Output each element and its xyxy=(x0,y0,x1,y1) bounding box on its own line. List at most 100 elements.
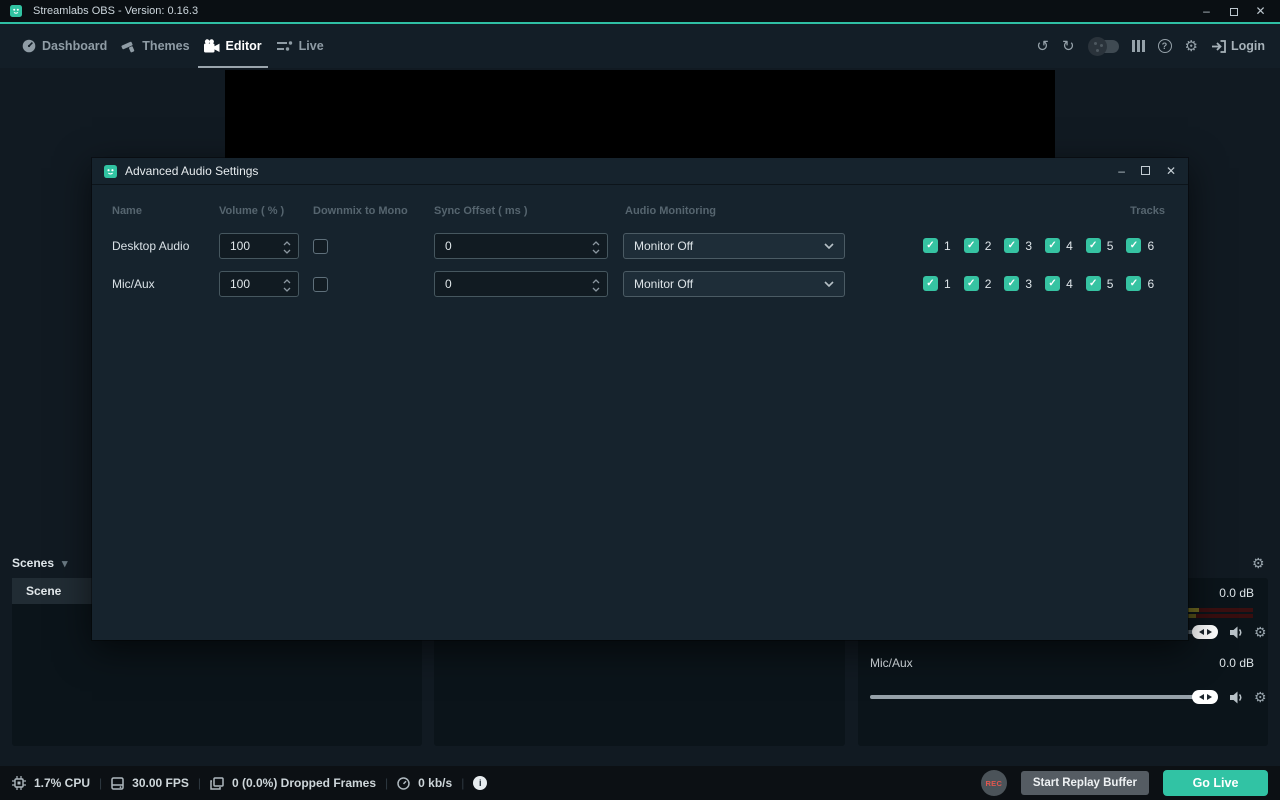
settings-gear-icon[interactable]: ⚙ xyxy=(1185,39,1198,54)
track-checkbox-checked[interactable]: ✓ xyxy=(1045,238,1060,253)
bandwidth-value: 0 kb/s xyxy=(418,776,452,790)
layout-columns-icon[interactable] xyxy=(1132,40,1145,52)
downmix-checkbox[interactable] xyxy=(313,239,328,254)
sync-offset-input[interactable]: 0 xyxy=(434,271,608,297)
track-number: 3 xyxy=(1025,277,1032,291)
track-checkbox-checked[interactable]: ✓ xyxy=(1004,238,1019,253)
track-checkbox-checked[interactable]: ✓ xyxy=(964,238,979,253)
desktop-audio-mute-speaker-icon[interactable] xyxy=(1230,626,1244,639)
track-checkbox-checked[interactable]: ✓ xyxy=(1045,276,1060,291)
spinner-up-icon[interactable] xyxy=(592,241,600,246)
cpu-usage: 1.7% CPU xyxy=(12,776,90,790)
spinner-down-icon[interactable] xyxy=(283,249,291,254)
title-bar: Streamlabs OBS - Version: 0.16.3 – ✕ xyxy=(0,0,1280,22)
handle-left-arrow-icon xyxy=(1199,694,1204,700)
track-checkbox-checked[interactable]: ✓ xyxy=(923,238,938,253)
desktop-audio-slider-handle[interactable] xyxy=(1192,625,1218,639)
sync-offset-spinner[interactable] xyxy=(592,234,600,260)
dialog-close-button[interactable]: ✕ xyxy=(1166,158,1176,185)
track-checkbox-checked[interactable]: ✓ xyxy=(1086,276,1101,291)
status-metrics: 1.7% CPU | 30.00 FPS | 0 (0.0%) Dropped … xyxy=(12,776,487,790)
app-window: Streamlabs OBS - Version: 0.16.3 – ✕ Das… xyxy=(0,0,1280,800)
handle-right-arrow-icon xyxy=(1207,694,1212,700)
handle-left-arrow-icon xyxy=(1199,629,1204,635)
spinner-down-icon[interactable] xyxy=(592,287,600,292)
mic-aux-mute-speaker-icon[interactable] xyxy=(1230,691,1244,704)
tab-label: Dashboard xyxy=(42,39,107,53)
help-icon[interactable]: ? xyxy=(1158,39,1172,53)
login-icon xyxy=(1211,40,1226,53)
spinner-up-icon[interactable] xyxy=(283,241,291,246)
desktop-audio-gear-icon[interactable]: ⚙ xyxy=(1254,625,1267,639)
audio-monitoring-value: Monitor Off xyxy=(634,277,693,291)
tab-dashboard[interactable]: Dashboard xyxy=(15,24,114,68)
track-number: 5 xyxy=(1107,239,1114,253)
mic-aux-slider-track[interactable] xyxy=(870,695,1200,699)
track-checkbox-checked[interactable]: ✓ xyxy=(1004,276,1019,291)
dialog-minimize-button[interactable]: – xyxy=(1118,158,1125,185)
record-button[interactable]: REC xyxy=(981,770,1007,796)
dropped-frames-icon xyxy=(210,777,224,790)
fps-counter: 30.00 FPS xyxy=(111,776,189,790)
redo-icon[interactable]: ↻ xyxy=(1062,39,1075,54)
scenes-title: Scenes xyxy=(12,556,54,570)
dialog-maximize-button[interactable] xyxy=(1141,158,1150,185)
spinner-up-icon[interactable] xyxy=(592,279,600,284)
status-actions: REC Start Replay Buffer Go Live xyxy=(981,770,1268,796)
status-separator: | xyxy=(198,776,201,790)
night-mode-knob xyxy=(1088,37,1107,56)
window-title: Streamlabs OBS - Version: 0.16.3 xyxy=(33,5,198,17)
sync-offset-input[interactable]: 0 xyxy=(434,233,608,259)
dropped-frames-value: 0 (0.0%) Dropped Frames xyxy=(232,776,376,790)
undo-icon[interactable]: ↺ xyxy=(1036,39,1049,54)
scene-name: Scene xyxy=(26,584,61,598)
close-button[interactable]: ✕ xyxy=(1247,0,1274,22)
mixer-settings-gear-icon[interactable]: ⚙ xyxy=(1252,555,1265,572)
spinner-down-icon[interactable] xyxy=(283,287,291,292)
night-mode-toggle[interactable] xyxy=(1092,40,1119,53)
maximize-button[interactable] xyxy=(1220,0,1247,22)
audio-monitoring-select[interactable]: Monitor Off xyxy=(623,271,845,297)
dashboard-icon xyxy=(22,39,36,53)
column-header-audio-monitoring: Audio Monitoring xyxy=(625,205,716,217)
tab-live[interactable]: Live xyxy=(269,24,331,68)
dialog-maximize-icon xyxy=(1141,166,1150,175)
tracks-group: ✓1 ✓2 ✓3 ✓4 ✓5 ✓6 xyxy=(923,276,1154,291)
mic-aux-gear-icon[interactable]: ⚙ xyxy=(1254,690,1267,704)
go-live-button[interactable]: Go Live xyxy=(1163,770,1268,796)
sync-offset-spinner[interactable] xyxy=(592,272,600,298)
volume-input[interactable]: 100 xyxy=(219,233,299,259)
track-checkbox-checked[interactable]: ✓ xyxy=(964,276,979,291)
start-replay-buffer-button[interactable]: Start Replay Buffer xyxy=(1021,771,1149,795)
track-toggle: ✓2 xyxy=(964,276,992,291)
volume-spinner[interactable] xyxy=(283,272,291,298)
cpu-icon xyxy=(12,776,26,790)
audio-monitoring-select[interactable]: Monitor Off xyxy=(623,233,845,259)
mic-aux-slider-handle[interactable] xyxy=(1192,690,1218,704)
track-checkbox-checked[interactable]: ✓ xyxy=(1126,238,1141,253)
downmix-checkbox[interactable] xyxy=(313,277,328,292)
nav-actions: ↺ ↻ ? ⚙ Login xyxy=(1036,24,1265,68)
spinner-down-icon[interactable] xyxy=(592,249,600,254)
spinner-up-icon[interactable] xyxy=(283,279,291,284)
track-toggle: ✓5 xyxy=(1086,276,1114,291)
scenes-caret-icon[interactable]: ▾ xyxy=(62,557,68,570)
tab-themes[interactable]: Themes xyxy=(114,24,196,68)
minimize-button[interactable]: – xyxy=(1193,0,1220,22)
mic-aux-db-value: 0.0 dB xyxy=(1219,656,1254,670)
info-icon[interactable]: i xyxy=(473,776,487,790)
cpu-usage-value: 1.7% CPU xyxy=(34,776,90,790)
track-checkbox-checked[interactable]: ✓ xyxy=(1086,238,1101,253)
tab-label: Themes xyxy=(142,39,189,53)
volume-spinner[interactable] xyxy=(283,234,291,260)
track-number: 6 xyxy=(1147,277,1154,291)
track-checkbox-checked[interactable]: ✓ xyxy=(923,276,938,291)
scenes-panel-header: Scenes ▾ xyxy=(12,556,68,570)
dropped-frames: 0 (0.0%) Dropped Frames xyxy=(210,776,376,790)
tab-editor[interactable]: Editor xyxy=(197,24,269,68)
volume-input[interactable]: 100 xyxy=(219,271,299,297)
track-checkbox-checked[interactable]: ✓ xyxy=(1126,276,1141,291)
volume-value: 100 xyxy=(230,239,250,253)
tracks-group: ✓1 ✓2 ✓3 ✓4 ✓5 ✓6 xyxy=(923,238,1154,253)
login-button[interactable]: Login xyxy=(1211,39,1265,53)
